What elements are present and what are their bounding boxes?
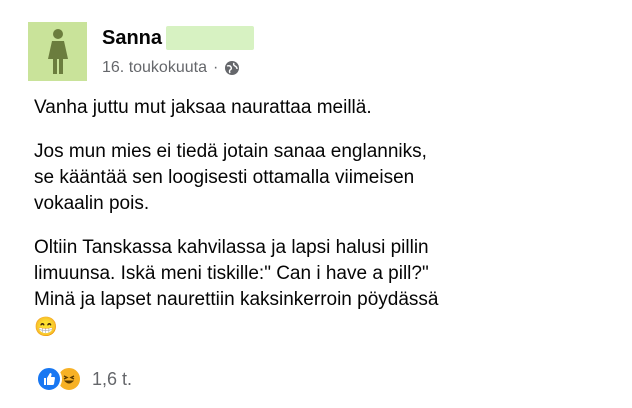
post-paragraph: Oltiin Tanskassa kahvilassa ja lapsi hal… — [34, 237, 439, 310]
post-paragraph: Jos mun mies ei tiedä jotain sanaa engla… — [34, 141, 427, 214]
post-meta: 16. toukokuuta · — [102, 58, 240, 78]
post-paragraph: Vanha juttu mut jaksaa naurattaa meillä. — [34, 97, 372, 118]
post-body: Vanha juttu mut jaksaa naurattaa meillä.… — [34, 95, 594, 341]
globe-icon[interactable] — [224, 60, 240, 76]
female-silhouette-icon — [47, 28, 68, 74]
grinning-emoji: 😁 — [34, 317, 58, 338]
author-name-link[interactable]: Sanna — [102, 26, 255, 50]
avatar[interactable] — [28, 22, 87, 81]
post-date[interactable]: 16. toukokuuta — [102, 58, 207, 78]
meta-separator: · — [212, 59, 219, 76]
reactions-summary[interactable]: 1,6 t. — [36, 366, 132, 392]
author-name[interactable]: Sanna — [102, 26, 162, 50]
like-icon — [36, 366, 62, 392]
redacted-surname — [166, 26, 255, 50]
reaction-count[interactable]: 1,6 t. — [92, 369, 132, 390]
